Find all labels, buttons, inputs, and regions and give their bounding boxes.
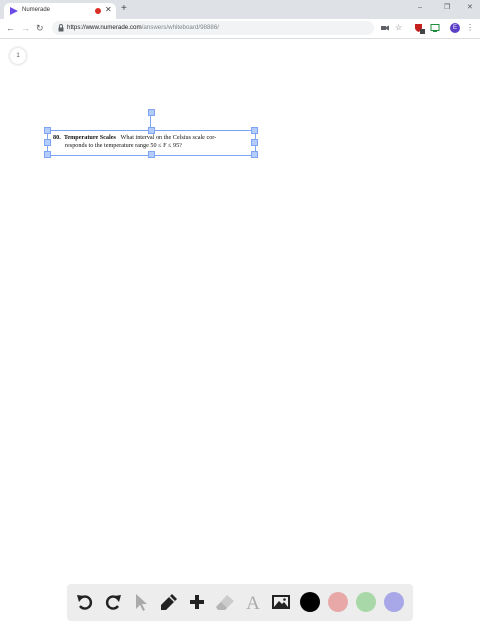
problem-line-2: responds to the temperature range 50 ≤ F… xyxy=(65,142,182,150)
back-icon[interactable]: ← xyxy=(6,22,15,34)
problem-line-1-text: What interval on the Celsius scale cor- xyxy=(120,134,217,141)
text-icon: A xyxy=(246,593,260,612)
resize-handle-top[interactable] xyxy=(148,127,155,134)
color-black-swatch[interactable] xyxy=(300,592,320,612)
resize-handle-top-right[interactable] xyxy=(251,127,258,134)
add-icon xyxy=(190,595,204,609)
problem-heading: Temperature Scales xyxy=(63,134,116,141)
minimize-button[interactable]: – xyxy=(418,3,422,13)
tab-title: Numerade xyxy=(22,7,51,13)
browser-menu-icon[interactable]: ⋮ xyxy=(466,22,474,34)
select-tool-button[interactable] xyxy=(131,592,151,612)
resize-handle-bottom-right[interactable] xyxy=(251,151,258,158)
image-tool-button[interactable] xyxy=(271,592,291,612)
undo-icon xyxy=(77,595,93,610)
undo-button[interactable] xyxy=(75,592,95,612)
forward-icon[interactable]: → xyxy=(21,22,30,34)
problem-line-1: 80. Temperature Scales What interval on … xyxy=(53,134,251,142)
address-bar[interactable]: https://www.numerade.com/answers/whitebo… xyxy=(52,21,374,35)
extension-shield-icon[interactable] xyxy=(414,23,425,34)
camera-icon[interactable] xyxy=(381,23,389,33)
window-close-button[interactable]: ✕ xyxy=(467,3,473,13)
text-tool-button[interactable]: A xyxy=(243,592,263,612)
url-path: /answers/whiteboard/98886/ xyxy=(141,24,220,31)
url-host: https://www.numerade.com xyxy=(67,24,142,31)
add-tool-button[interactable] xyxy=(187,592,207,612)
rotate-handle[interactable] xyxy=(148,109,155,116)
page-number-badge[interactable]: 1 xyxy=(10,48,26,64)
cast-icon[interactable] xyxy=(430,23,440,33)
resize-handle-top-left[interactable] xyxy=(44,127,51,134)
resize-handle-bottom[interactable] xyxy=(148,151,155,158)
eraser-icon xyxy=(216,595,234,610)
resize-handle-bottom-left[interactable] xyxy=(44,151,51,158)
url-text: https://www.numerade.com/answers/whitebo… xyxy=(67,23,219,33)
redo-icon xyxy=(105,595,121,610)
reload-icon[interactable]: ↻ xyxy=(36,22,44,34)
numerade-logo-icon xyxy=(10,7,18,15)
pencil-tool-button[interactable] xyxy=(159,592,179,612)
tool-palette: A xyxy=(67,584,413,621)
problem-text: 80. Temperature Scales What interval on … xyxy=(53,134,251,151)
image-icon xyxy=(272,595,290,609)
pointer-icon xyxy=(136,594,147,611)
browser-tab[interactable]: Numerade ✕ xyxy=(4,3,116,19)
redo-button[interactable] xyxy=(103,592,123,612)
svg-text:A: A xyxy=(246,593,260,612)
restore-button[interactable]: ❐ xyxy=(444,3,450,13)
problem-number: 80. xyxy=(53,134,61,141)
resize-handle-left[interactable] xyxy=(44,139,51,146)
color-green-swatch[interactable] xyxy=(356,592,376,612)
color-blue-swatch[interactable] xyxy=(384,592,404,612)
resize-handle-right[interactable] xyxy=(251,139,258,146)
recording-indicator-icon xyxy=(95,8,101,14)
lock-icon xyxy=(58,24,64,32)
tab-bar: Numerade ✕ + – ❐ ✕ xyxy=(0,0,480,19)
browser-toolbar: ← → ↻ https://www.numerade.com/answers/w… xyxy=(0,19,480,39)
eraser-tool-button[interactable] xyxy=(215,592,235,612)
profile-avatar[interactable]: E xyxy=(450,23,460,33)
bookmark-star-icon[interactable]: ☆ xyxy=(395,22,402,34)
new-tab-button[interactable]: + xyxy=(121,4,127,14)
tab-close-icon[interactable]: ✕ xyxy=(105,5,112,15)
color-red-swatch[interactable] xyxy=(328,592,348,612)
pencil-icon xyxy=(161,594,177,610)
